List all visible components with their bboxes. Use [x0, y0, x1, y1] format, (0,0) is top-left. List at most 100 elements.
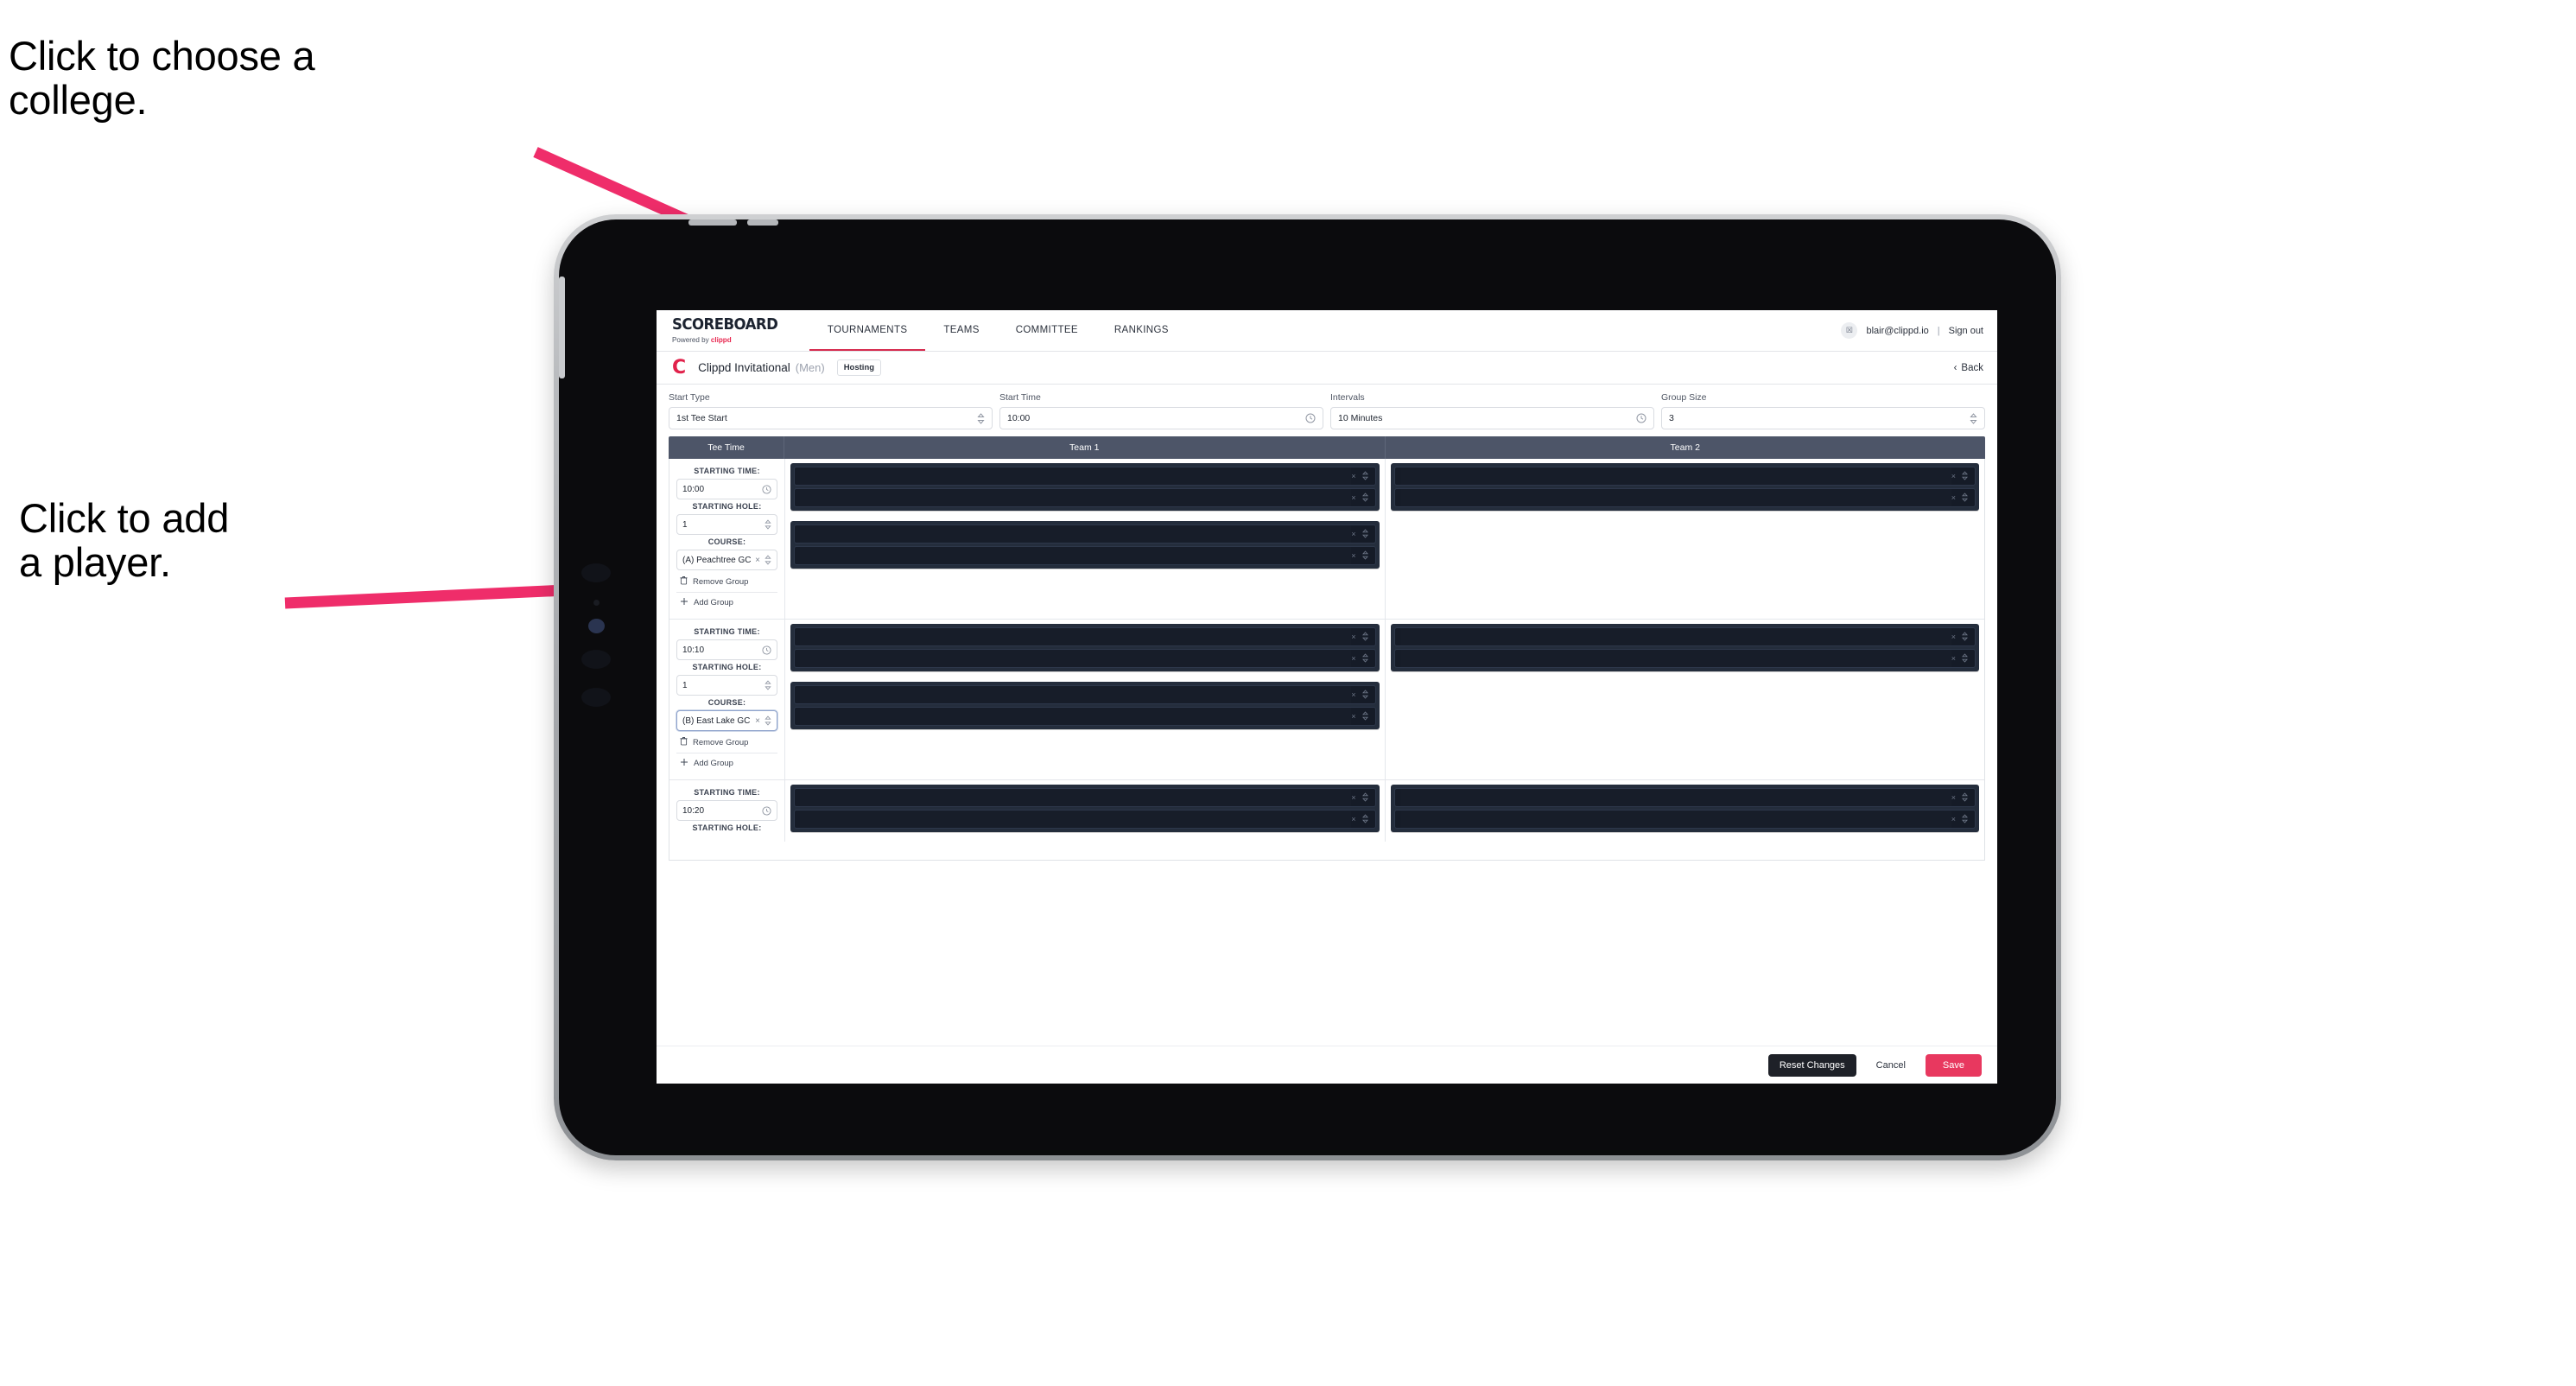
player-slot-row[interactable]: × [794, 707, 1376, 726]
player-name-field[interactable] [800, 650, 1351, 667]
clock-icon[interactable] [762, 645, 771, 655]
clear-icon[interactable]: × [755, 716, 760, 726]
stepper-icon[interactable] [765, 555, 771, 565]
player-name-field[interactable] [1400, 811, 1951, 828]
player-name-field[interactable] [800, 467, 1351, 485]
player-slot-row[interactable]: × [794, 627, 1376, 646]
player-slot-row[interactable]: × [1393, 810, 1976, 829]
stepper-icon[interactable] [1361, 631, 1368, 643]
player-slot-row[interactable]: × [794, 546, 1376, 565]
secondary-top-button[interactable] [747, 219, 778, 226]
nav-tab-committee[interactable]: COMMITTEE [998, 310, 1096, 351]
clear-icon[interactable]: × [1351, 493, 1355, 502]
add-group-button[interactable]: Add Group [676, 592, 777, 613]
start-type-select[interactable]: 1st Tee Start [669, 407, 993, 429]
start-time-input[interactable]: 10:00 [999, 407, 1323, 429]
player-name-field[interactable] [1400, 789, 1951, 806]
clear-icon[interactable]: × [1951, 815, 1956, 823]
player-slot-row[interactable]: × [794, 467, 1376, 486]
player-name-field[interactable] [800, 489, 1351, 506]
back-button[interactable]: ‹ Back [1954, 363, 1983, 373]
stepper-icon[interactable] [1361, 492, 1368, 504]
stepper-icon[interactable] [765, 680, 771, 690]
cancel-button[interactable]: Cancel [1865, 1054, 1917, 1077]
player-slot-row[interactable]: × [1393, 467, 1976, 486]
clear-icon[interactable]: × [1951, 654, 1956, 663]
clear-icon[interactable]: × [1351, 551, 1355, 560]
stepper-icon[interactable] [977, 412, 985, 424]
stepper-icon[interactable] [1361, 470, 1368, 482]
clear-icon[interactable]: × [1951, 633, 1956, 641]
clock-icon[interactable] [762, 484, 771, 494]
starting-time-input[interactable]: 10:00 [676, 479, 777, 499]
nav-tab-rankings[interactable]: RANKINGS [1096, 310, 1187, 351]
stepper-icon[interactable] [1361, 652, 1368, 664]
player-slot-row[interactable]: × [794, 810, 1376, 829]
clock-icon[interactable] [1636, 413, 1646, 423]
clock-icon[interactable] [1305, 413, 1316, 423]
stepper-icon[interactable] [765, 519, 771, 530]
stepper-icon[interactable] [1361, 550, 1368, 562]
add-group-button[interactable]: Add Group [676, 753, 777, 773]
course-select[interactable]: (B) East Lake GC × [676, 710, 777, 731]
player-name-field[interactable] [800, 789, 1351, 806]
stepper-icon[interactable] [1961, 792, 1969, 804]
sign-out-link[interactable]: Sign out [1949, 326, 1983, 336]
player-slot-row[interactable]: × [794, 788, 1376, 807]
stepper-icon[interactable] [1961, 631, 1969, 643]
avatar[interactable]: ☒ [1841, 322, 1858, 339]
nav-tab-teams[interactable]: TEAMS [925, 310, 997, 351]
intervals-input[interactable]: 10 Minutes [1330, 407, 1654, 429]
player-name-field[interactable] [800, 686, 1351, 703]
player-name-field[interactable] [800, 811, 1351, 828]
stepper-icon[interactable] [1961, 813, 1969, 825]
player-slot-row[interactable]: × [1393, 788, 1976, 807]
stepper-icon[interactable] [1961, 470, 1969, 482]
clear-icon[interactable]: × [1951, 472, 1956, 480]
clear-icon[interactable]: × [1351, 633, 1355, 641]
clear-icon[interactable]: × [755, 556, 760, 565]
clear-icon[interactable]: × [1351, 654, 1355, 663]
player-slot-row[interactable]: × [1393, 649, 1976, 668]
player-slot-row[interactable]: × [794, 488, 1376, 507]
remove-group-button[interactable]: Remove Group [676, 731, 777, 753]
clear-icon[interactable]: × [1351, 530, 1355, 538]
power-button[interactable] [688, 219, 737, 226]
stepper-icon[interactable] [1361, 813, 1368, 825]
scoreboard-logo[interactable]: SCOREBOARD Powered by clippd [672, 310, 809, 351]
player-name-field[interactable] [1400, 650, 1951, 667]
player-name-field[interactable] [800, 547, 1351, 564]
player-slot-row[interactable]: × [794, 525, 1376, 544]
stepper-icon[interactable] [1361, 528, 1368, 540]
stepper-icon[interactable] [1361, 792, 1368, 804]
player-name-field[interactable] [1400, 489, 1951, 506]
course-select[interactable]: (A) Peachtree GC × [676, 550, 777, 570]
table-body[interactable]: STARTING TIME: 10:00 STARTING HOLE: 1 COURSE… [669, 459, 1985, 861]
starting-hole-input[interactable]: 1 [676, 514, 777, 535]
player-name-field[interactable] [800, 628, 1351, 645]
clear-icon[interactable]: × [1351, 472, 1355, 480]
starting-time-input[interactable]: 10:10 [676, 639, 777, 660]
group-size-stepper[interactable]: 3 [1661, 407, 1985, 429]
nav-tab-tournaments[interactable]: TOURNAMENTS [809, 310, 926, 351]
stepper-icon[interactable] [765, 715, 771, 726]
clear-icon[interactable]: × [1351, 690, 1355, 699]
player-slot-row[interactable]: × [1393, 627, 1976, 646]
clear-icon[interactable]: × [1951, 793, 1956, 802]
stepper-icon[interactable] [1970, 412, 1977, 424]
starting-time-input[interactable]: 10:20 [676, 800, 777, 821]
player-name-field[interactable] [1400, 467, 1951, 485]
clock-icon[interactable] [762, 805, 771, 816]
remove-group-button[interactable]: Remove Group [676, 570, 777, 592]
starting-hole-input[interactable]: 1 [676, 675, 777, 696]
stepper-icon[interactable] [1361, 710, 1368, 722]
stepper-icon[interactable] [1961, 492, 1969, 504]
player-name-field[interactable] [1400, 628, 1951, 645]
player-name-field[interactable] [800, 708, 1351, 725]
player-slot-row[interactable]: × [794, 649, 1376, 668]
clear-icon[interactable]: × [1351, 815, 1355, 823]
reset-changes-button[interactable]: Reset Changes [1767, 1053, 1856, 1077]
player-name-field[interactable] [800, 525, 1351, 543]
player-slot-row[interactable]: × [794, 685, 1376, 704]
clear-icon[interactable]: × [1351, 793, 1355, 802]
